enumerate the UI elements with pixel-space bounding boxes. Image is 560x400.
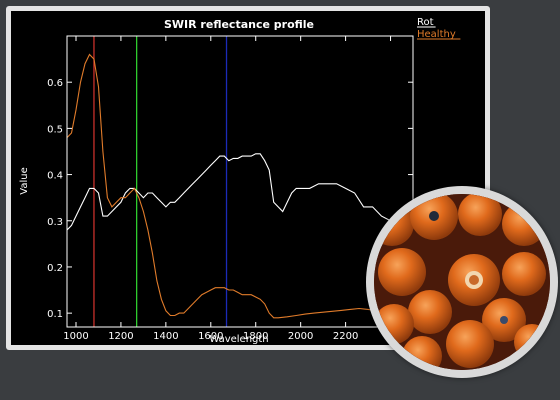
x-tick-label: 1400 bbox=[153, 331, 178, 342]
x-tick-label: 1000 bbox=[63, 331, 88, 342]
x-tick-label: 1800 bbox=[243, 331, 268, 342]
legend-entry-rot: Rot bbox=[417, 17, 434, 28]
y-tick-label: 0.1 bbox=[47, 309, 63, 320]
series-line-rot bbox=[66, 153, 414, 231]
plot-area-border bbox=[66, 35, 414, 328]
legend-entry-healthy: Healthy bbox=[417, 29, 456, 40]
x-tick-label: 2200 bbox=[333, 331, 358, 342]
chart-title: SWIR reflectance profile bbox=[164, 18, 314, 31]
x-tick-label: 1600 bbox=[198, 331, 223, 342]
x-tick-label: 1200 bbox=[108, 331, 133, 342]
y-tick-label: 0.3 bbox=[47, 217, 63, 228]
y-tick-label: 0.2 bbox=[47, 263, 63, 274]
series-line-healthy bbox=[66, 53, 414, 319]
x-tick-label: 2000 bbox=[288, 331, 313, 342]
berries-photo bbox=[374, 194, 550, 370]
berries-photo-inset bbox=[366, 186, 558, 378]
y-axis-label: Value bbox=[19, 167, 30, 194]
y-tick-label: 0.5 bbox=[47, 124, 63, 135]
y-tick-label: 0.6 bbox=[47, 78, 63, 89]
y-tick-label: 0.4 bbox=[47, 171, 63, 182]
